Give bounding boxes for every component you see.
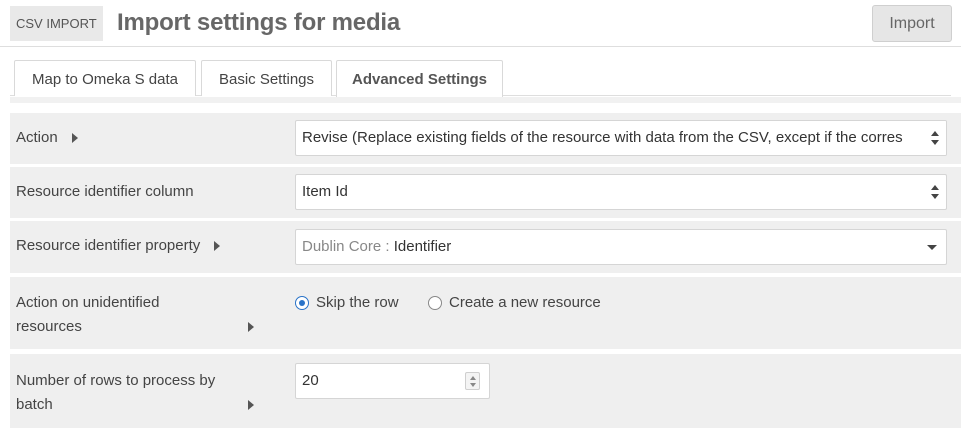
- caret-right-icon[interactable]: [248, 322, 254, 332]
- field-label-identifier-column: Resource identifier column: [16, 183, 194, 200]
- module-badge: CSV IMPORT: [10, 6, 103, 41]
- page-header: CSV IMPORT Import settings for media Imp…: [0, 0, 961, 47]
- field-row-rows-per-batch: Number of rows to process by batch 20: [10, 354, 961, 428]
- radio-create-resource[interactable]: Create a new resource: [428, 293, 618, 313]
- section-divider: [10, 97, 961, 103]
- radio-unchecked-icon: [428, 296, 442, 310]
- tab-advanced-settings[interactable]: Advanced Settings: [336, 60, 503, 97]
- chevron-down-icon: [927, 245, 937, 250]
- identifier-property-select[interactable]: Dublin Core : Identifier: [295, 229, 947, 265]
- field-row-identifier-property: Resource identifier property Dublin Core…: [10, 221, 961, 273]
- field-label-unidentified-line1: Action on unidentified: [16, 294, 160, 311]
- select-updown-icon: [931, 185, 940, 201]
- settings-tabs: Map to Omeka S data Basic Settings Advan…: [10, 60, 951, 97]
- spinner-icon[interactable]: [465, 372, 480, 390]
- field-label-rows-per-batch-line1: Number of rows to process by: [16, 372, 216, 389]
- field-row-identifier-column: Resource identifier column Item Id: [10, 167, 961, 218]
- field-row-action: Action Revise (Replace existing fields o…: [10, 113, 961, 164]
- identifier-column-select[interactable]: Item Id: [295, 174, 947, 210]
- field-label-unidentified-line2: resources: [16, 318, 82, 335]
- radio-skip-row[interactable]: Skip the row: [295, 293, 415, 313]
- tab-map-to-omeka[interactable]: Map to Omeka S data: [14, 60, 196, 96]
- property-label: Identifier: [393, 238, 452, 255]
- field-row-unidentified: Action on unidentified resources Skip th…: [10, 277, 961, 349]
- import-button[interactable]: Import: [872, 5, 952, 42]
- field-label-identifier-property: Resource identifier property: [16, 234, 221, 258]
- caret-right-icon[interactable]: [71, 133, 78, 144]
- page-title: Import settings for media: [117, 9, 401, 36]
- action-select[interactable]: Revise (Replace existing fields of the r…: [295, 120, 947, 156]
- field-label-action: Action: [16, 126, 78, 150]
- caret-right-icon[interactable]: [214, 241, 221, 252]
- rows-per-batch-input[interactable]: 20: [295, 363, 490, 399]
- vocabulary-label: Dublin Core: [302, 238, 382, 255]
- select-updown-icon: [931, 131, 940, 147]
- field-label-rows-per-batch-line2: batch: [16, 396, 53, 413]
- caret-right-icon[interactable]: [248, 400, 254, 410]
- tab-basic-settings[interactable]: Basic Settings: [201, 60, 332, 96]
- radio-checked-icon: [295, 296, 309, 310]
